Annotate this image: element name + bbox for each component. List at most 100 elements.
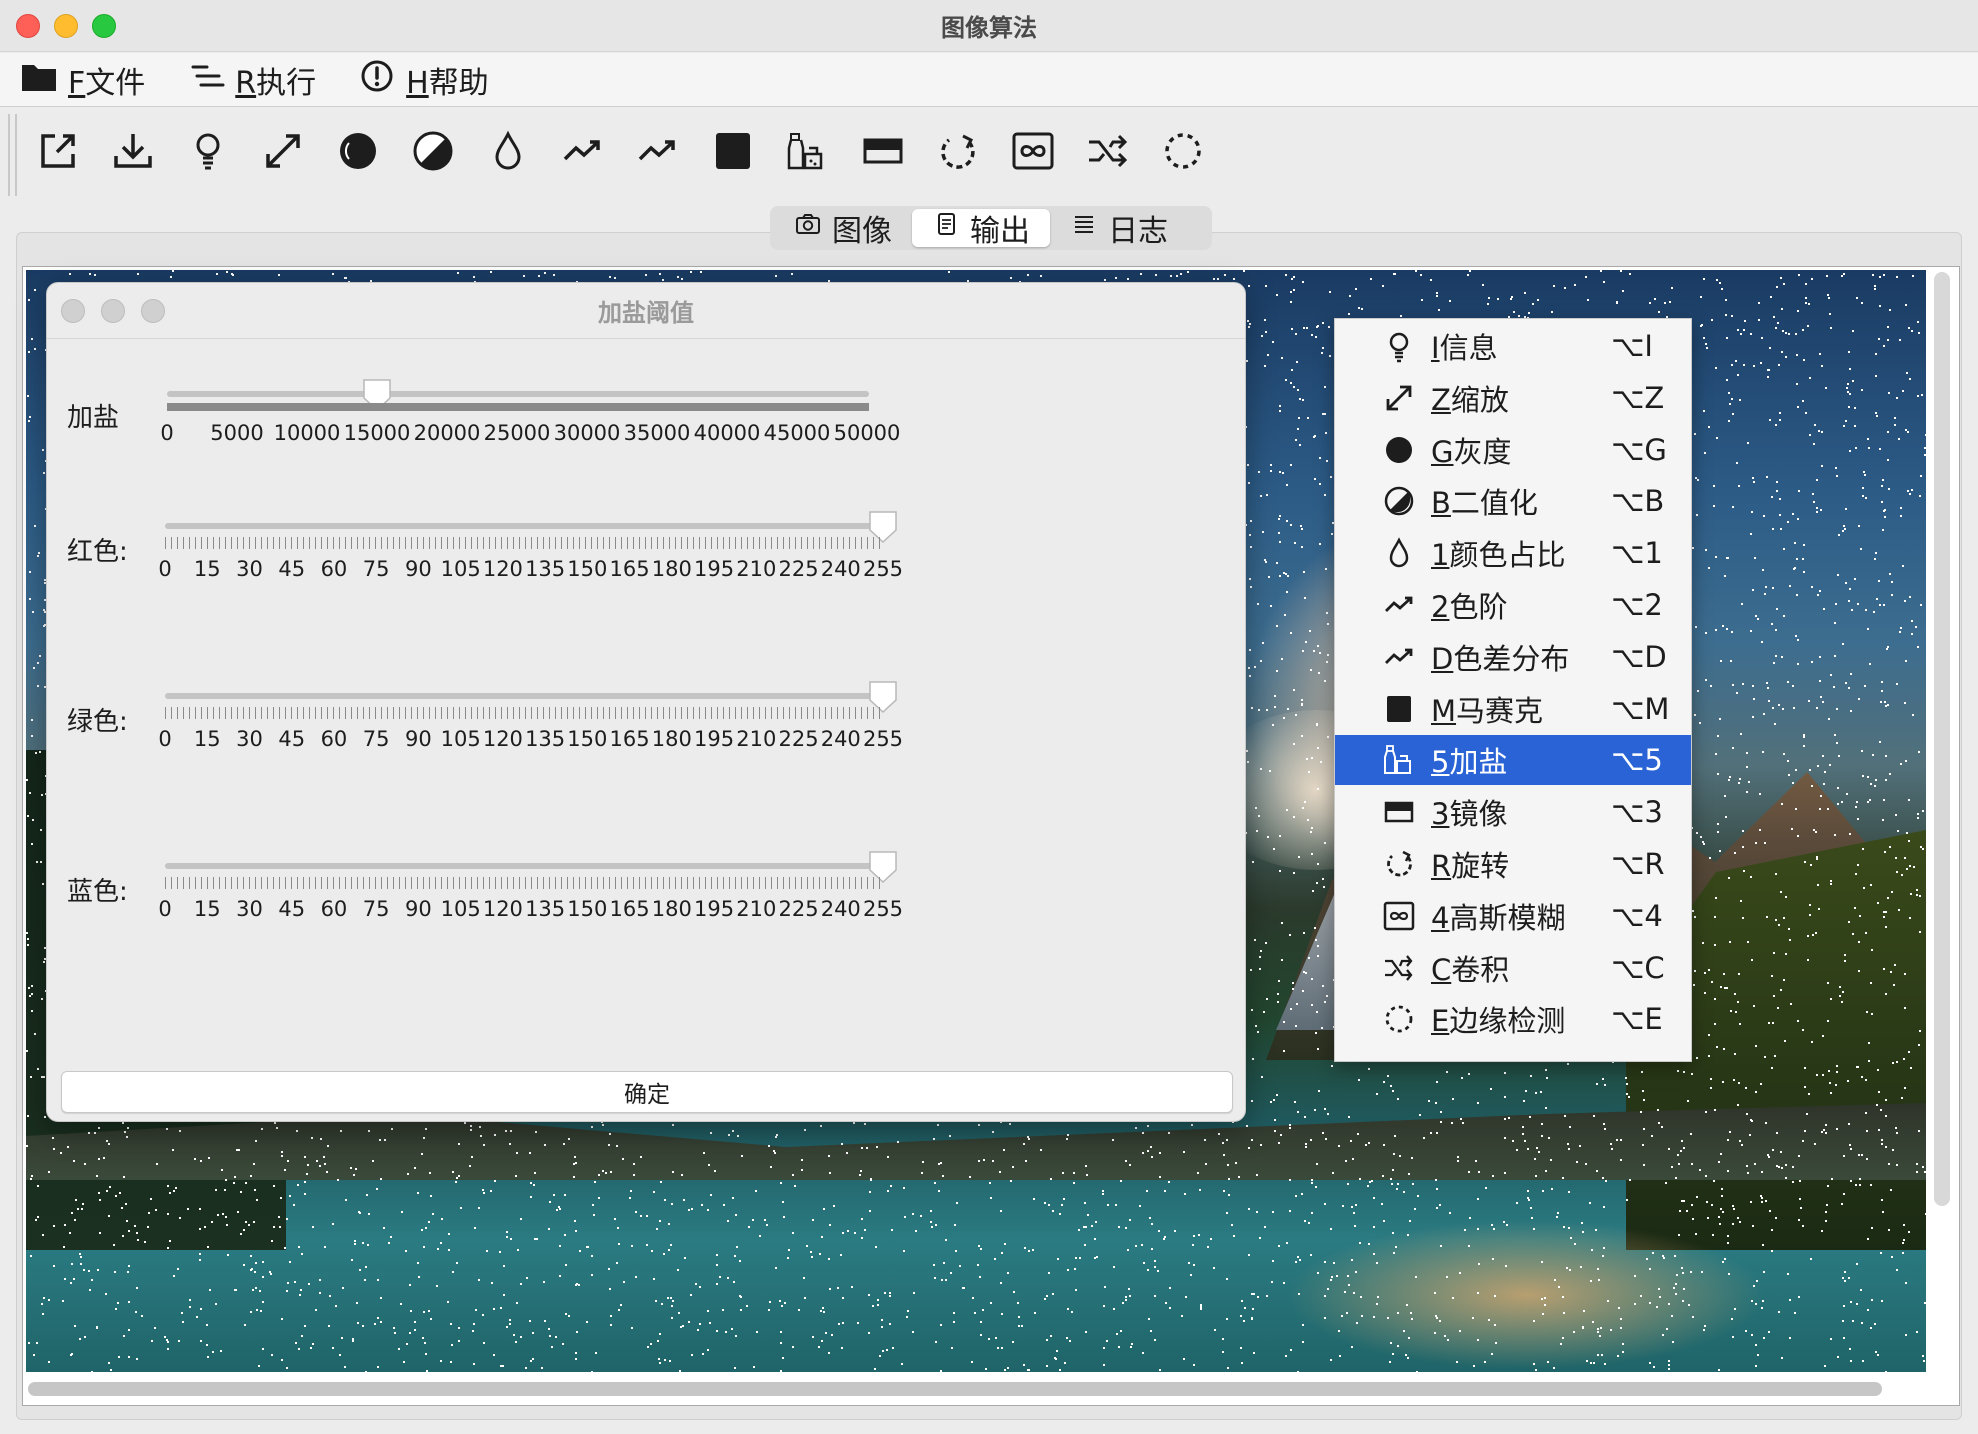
menu-item-label: 4高斯模糊: [1431, 900, 1566, 935]
menu-item-label: D色差分布: [1431, 641, 1570, 676]
tick-label: 165: [609, 727, 650, 751]
color-diff-icon: [1381, 639, 1417, 675]
tick-label: 225: [778, 897, 819, 921]
convolution-button[interactable]: [1088, 128, 1128, 178]
export-button[interactable]: [38, 128, 78, 178]
levels-icon: [560, 128, 606, 178]
vertical-scrollbar[interactable]: [1934, 272, 1950, 1206]
tick-label: 210: [736, 557, 777, 581]
green-label: 绿色:: [67, 707, 128, 737]
red-label: 红色:: [67, 537, 128, 567]
mirror-icon: [1381, 794, 1417, 830]
minimize-button[interactable]: [54, 14, 78, 38]
salt-button[interactable]: [785, 128, 831, 178]
zoom-tool-button[interactable]: [263, 128, 303, 178]
tick-label: 75: [362, 727, 390, 751]
menu-item-shortcut: ⌥3: [1611, 795, 1663, 830]
mosaic-icon: [1381, 691, 1417, 727]
menu-item-label: 2色阶: [1431, 590, 1508, 624]
info-button[interactable]: [188, 128, 228, 178]
dialog-minimize-button[interactable]: [101, 299, 125, 323]
rotate-icon: [935, 128, 981, 178]
menu-item-convolution[interactable]: C卷积 ⌥C: [1335, 943, 1691, 993]
tick-label: 255: [862, 897, 904, 921]
menu-item-color-diff[interactable]: D色差分布 ⌥D: [1335, 632, 1691, 682]
confirm-button[interactable]: 确定: [61, 1071, 1233, 1113]
window-controls: [16, 14, 116, 38]
tick-label: 255: [862, 727, 904, 751]
horizontal-scrollbar[interactable]: [28, 1382, 1882, 1396]
mirror-button[interactable]: [863, 128, 903, 178]
zoom-icon: [1381, 380, 1417, 416]
tick-label: 15: [193, 897, 221, 921]
tick-label: 120: [482, 727, 523, 751]
menu-file[interactable]: F文件: [20, 58, 145, 102]
tick-label: 180: [651, 557, 692, 581]
dialog-close-button[interactable]: [61, 299, 85, 323]
mosaic-icon: [710, 128, 756, 178]
rotate-button[interactable]: [938, 128, 978, 178]
menu-item-rotate[interactable]: R旋转 ⌥R: [1335, 839, 1691, 889]
slider-track[interactable]: [165, 693, 885, 699]
tick-label: 240: [820, 557, 861, 581]
salt-threshold-dialog: 加盐阈值 加盐 0 5000 10000 15000 20000 25000 30000 35…: [46, 282, 1246, 1122]
mosaic-button[interactable]: [713, 128, 753, 178]
menu-item-shortcut: ⌥C: [1611, 950, 1665, 985]
tick-label: 90: [405, 727, 432, 751]
menubar: F文件 R执行 H帮助: [0, 53, 1978, 107]
tick-label: 150: [567, 727, 608, 751]
menu-item-shortcut: ⌥4: [1611, 898, 1663, 933]
view-tabs: 图像 输出 日志: [770, 206, 1212, 250]
close-button[interactable]: [16, 14, 40, 38]
menu-item-shortcut: ⌥1: [1611, 536, 1663, 571]
edge-detect-button[interactable]: [1163, 128, 1203, 178]
menu-help[interactable]: H帮助: [358, 58, 489, 102]
tick-label: 180: [651, 727, 692, 751]
menu-item-shortcut: ⌥Z: [1611, 380, 1665, 415]
tick-label: 225: [778, 727, 819, 751]
menu-item-levels[interactable]: 2色阶 ⌥2: [1335, 580, 1691, 630]
salt-amount-label: 加盐: [67, 403, 120, 433]
menu-item-grayscale[interactable]: G灰度 ⌥G: [1335, 425, 1691, 475]
menu-item-gaussian-blur[interactable]: 4高斯模糊 ⌥4: [1335, 891, 1691, 941]
dialog-window-controls: [61, 299, 165, 323]
menu-run[interactable]: R执行: [187, 58, 316, 102]
dialog-zoom-button[interactable]: [141, 299, 165, 323]
slider-track[interactable]: [165, 863, 885, 869]
menu-item-label: 3镜像: [1431, 797, 1508, 832]
tab-image[interactable]: 图像: [774, 209, 912, 249]
binarize-icon: [410, 128, 456, 178]
tick-label: 75: [362, 897, 390, 921]
menu-item-zoom[interactable]: Z缩放 ⌥Z: [1335, 373, 1691, 423]
binarize-button[interactable]: [413, 128, 453, 178]
menu-item-label: I信息: [1431, 331, 1498, 365]
salt-icon: [785, 128, 831, 178]
export-icon: [35, 128, 81, 178]
download-button[interactable]: [113, 128, 153, 178]
levels-button[interactable]: [563, 128, 603, 178]
menu-item-mosaic[interactable]: M马赛克 ⌥M: [1335, 684, 1691, 734]
menu-item-mirror[interactable]: 3镜像 ⌥3: [1335, 787, 1691, 837]
tab-log[interactable]: 日志: [1050, 209, 1188, 249]
tick-label: 165: [609, 897, 650, 921]
list-icon: [1070, 210, 1098, 246]
slider-track[interactable]: [165, 523, 885, 529]
grayscale-button[interactable]: [338, 128, 378, 178]
tab-output[interactable]: 输出: [912, 209, 1050, 249]
zoom-button[interactable]: [92, 14, 116, 38]
slider-track[interactable]: [167, 391, 869, 397]
menu-item-lightbulb-info[interactable]: I信息 ⌥I: [1335, 321, 1691, 371]
tick-label: 50000: [833, 421, 901, 445]
gaussian-blur-button[interactable]: [1012, 128, 1054, 178]
menu-item-salt[interactable]: 5加盐 ⌥5: [1335, 735, 1691, 786]
color-ratio-button[interactable]: [488, 128, 528, 178]
menu-item-droplet[interactable]: 1颜色占比 ⌥1: [1335, 528, 1691, 578]
tick-label: 210: [736, 727, 777, 751]
dialog-title: 加盐阈值: [598, 299, 694, 327]
slider-ticks: [165, 707, 885, 719]
tick-label: 120: [482, 557, 523, 581]
menu-item-binarize[interactable]: B二值化 ⌥B: [1335, 476, 1691, 526]
tick-label: 165: [609, 557, 650, 581]
menu-item-edge-detect[interactable]: E边缘检测 ⌥E: [1335, 994, 1691, 1044]
color-diff-button[interactable]: [638, 128, 678, 178]
